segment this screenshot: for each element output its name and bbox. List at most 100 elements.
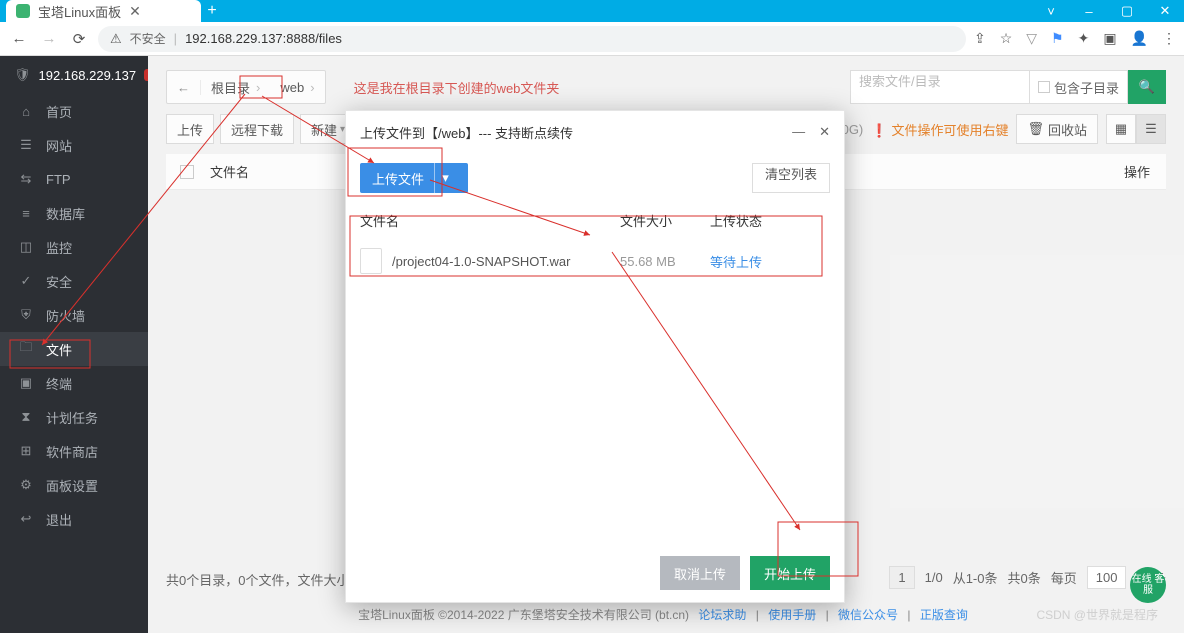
sidebar-label: 监控 [46,238,72,257]
sidebar-item-cron[interactable]: ⧗计划任务 [0,400,148,434]
tab-favicon [16,4,30,18]
sidebar-label: 防火墙 [46,306,85,325]
nav-reload-icon[interactable]: ⟳ [68,30,90,48]
window-chevron-icon[interactable]: ˅ [1032,0,1070,22]
modal-table-header: 文件名 文件大小 上传状态 [346,203,844,238]
sidebar-label: FTP [46,172,71,187]
ip-text: 192.168.229.137 [39,68,137,83]
upload-filesize: 55.68 MB [620,254,710,269]
upload-status: 等待上传 [710,252,830,271]
sidebar-label: 数据库 [46,204,85,223]
db-icon: ≡ [18,206,34,221]
sidebar-label: 终端 [46,374,72,393]
sidebar-ip[interactable]: 🛡 192.168.229.137 0 [0,56,148,94]
sidebar-item-site[interactable]: ☰ 网站 [0,128,148,162]
link-forum[interactable]: 论坛求助 [698,608,746,622]
copyright: 宝塔Linux面板 ©2014-2022 广东堡塔安全技术有限公司 (bt.cn… [148,606,1184,623]
nav-forward-icon[interactable]: → [38,30,60,47]
window-close-icon[interactable]: ✕ [1146,0,1184,22]
sidebar-label: 首页 [46,102,72,121]
separator: | [174,31,177,46]
page-range: 1/0 [925,570,943,585]
window-minimize-icon[interactable]: – [1070,0,1108,22]
extensions-icon[interactable]: ✦ [1078,30,1090,47]
panel-icon[interactable]: ▣ [1103,30,1116,47]
upload-file-button[interactable]: 上传文件 ▾ [360,163,468,193]
upload-filename: /project04-1.0-SNAPSHOT.war [392,254,620,269]
profile-icon[interactable]: 👤 [1131,30,1148,47]
menu-icon[interactable]: ⋮ [1162,30,1176,47]
new-tab-button[interactable]: + [201,0,223,22]
sidebar-item-security[interactable]: ✓ 安全 [0,264,148,298]
mcol-status: 上传状态 [710,211,830,230]
file-icon [360,248,382,274]
link-manual[interactable]: 使用手册 [768,608,816,622]
sidebar-label: 软件商店 [46,442,98,461]
sidebar-item-files[interactable]: 🗀 文件 [0,332,148,366]
sidebar-item-store[interactable]: ⊞ 软件商店 [0,434,148,468]
firewall-icon: ⛨ [18,307,34,323]
sidebar-label: 计划任务 [46,408,98,427]
share-icon[interactable]: ⇪ [974,30,986,47]
online-cs-badge[interactable]: 在线 客服 [1130,567,1166,603]
search-button[interactable]: 🔍 [1128,70,1166,104]
modal-minimize-icon[interactable]: — [792,124,805,140]
sidebar-label: 网站 [46,136,72,155]
browser-tab[interactable]: 宝塔Linux面板 ✕ [6,0,201,22]
sidebar-label: 安全 [46,272,72,291]
star-icon[interactable]: ☆ [1000,30,1013,47]
sidebar-item-db[interactable]: ≡ 数据库 [0,196,148,230]
sidebar-item-settings[interactable]: ⚙ 面板设置 [0,468,148,502]
sidebar-label: 文件 [46,340,72,359]
tab-close-icon[interactable]: ✕ [129,3,141,20]
window-maximize-icon[interactable]: ▢ [1108,0,1146,22]
mcol-name: 文件名 [360,211,620,230]
ftp-icon: ⇆ [18,171,34,187]
sidebar-item-logout[interactable]: ↩ 退出 [0,502,148,536]
link-verify[interactable]: 正版查询 [920,608,968,622]
insecure-icon: ⚠ [110,31,122,47]
sidebar-item-home[interactable]: ⌂ 首页 [0,94,148,128]
start-upload-button[interactable]: 开始上传 [750,556,830,590]
address-bar[interactable]: ⚠ 不安全 | 192.168.229.137:8888/files [98,26,966,52]
sidebar-item-ftp[interactable]: ⇆ FTP [0,162,148,196]
logout-icon: ↩ [18,511,34,527]
site-icon: ☰ [18,137,34,153]
terminal-icon: ▣ [18,375,34,391]
sidebar-label: 退出 [46,510,72,529]
home-icon: ⌂ [18,104,34,119]
modal-title: 上传文件到【/web】--- 支持断点续传 [360,123,573,142]
upload-row[interactable]: /project04-1.0-SNAPSHOT.war 55.68 MB 等待上… [346,238,844,284]
flag-icon[interactable]: ⚑ [1051,30,1064,47]
link-wechat[interactable]: 微信公众号 [838,608,898,622]
modal-close-icon[interactable]: ✕ [819,124,830,140]
sidebar: 🛡 192.168.229.137 0 ⌂ 首页 ☰ 网站 ⇆ FTP ≡ 数据库 ◫ 监… [0,56,148,633]
files-icon: 🗀 [18,338,34,360]
v-icon[interactable]: ▽ [1026,30,1037,47]
row-range: 从1-0条 [953,568,998,587]
cancel-upload-button[interactable]: 取消上传 [660,556,740,590]
caret-down-icon[interactable]: ▾ [434,163,456,193]
insecure-label: 不安全 [130,30,166,47]
per-page-value[interactable]: 100 [1087,566,1127,589]
sidebar-item-firewall[interactable]: ⛨ 防火墙 [0,298,148,332]
nav-back-icon[interactable]: ← [8,30,30,47]
tab-title: 宝塔Linux面板 [38,2,121,21]
pager: 1 1/0 从1-0条 共0条 每页 100 ▾ 条 [889,566,1166,589]
url-text: 192.168.229.137:8888/files [185,31,342,46]
search-input[interactable]: 搜索文件/目录 [850,70,1030,104]
sidebar-item-monitor[interactable]: ◫ 监控 [0,230,148,264]
monitor-icon: ◫ [18,239,34,255]
total-count: 共0条 [1008,568,1041,587]
settings-icon: ⚙ [18,477,34,493]
security-icon: ✓ [18,273,34,289]
per-page-label: 每页 [1051,568,1077,587]
sidebar-item-terminal[interactable]: ▣ 终端 [0,366,148,400]
page-current[interactable]: 1 [889,566,914,589]
shield-icon: 🛡 [14,67,31,83]
store-icon: ⊞ [18,443,34,459]
include-subdir-checkbox[interactable]: 包含子目录 [1030,70,1128,104]
sidebar-label: 面板设置 [46,476,98,495]
watermark: CSDN @世界就是程序 [1036,606,1158,623]
clear-list-button[interactable]: 清空列表 [752,163,830,193]
